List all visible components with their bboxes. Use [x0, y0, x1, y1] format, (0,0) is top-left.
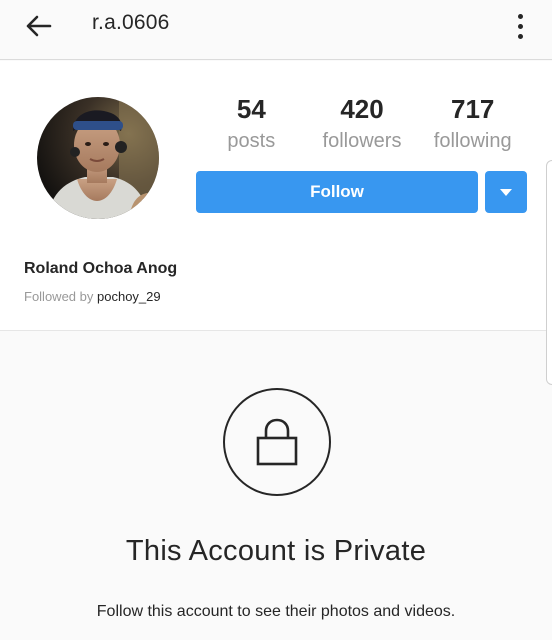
- profile-username: r.a.0606: [92, 11, 170, 34]
- lock-badge: [223, 388, 331, 496]
- followed-by-user-link[interactable]: pochoy_29: [97, 289, 161, 304]
- stat-value: 54: [236, 94, 266, 124]
- lock-icon: [256, 418, 298, 466]
- arrow-left-icon: [26, 15, 52, 37]
- more-options-button[interactable]: [508, 8, 532, 44]
- stat-posts[interactable]: 54 posts: [196, 93, 307, 155]
- stat-label: following: [433, 130, 512, 152]
- caret-down-icon: [500, 188, 512, 196]
- private-title: This Account is Private: [125, 535, 427, 567]
- follow-button[interactable]: Follow: [196, 171, 478, 213]
- private-subtitle: Follow this account to see their photos …: [96, 603, 456, 620]
- followed-by-prefix: Followed by: [24, 289, 94, 304]
- avatar-photo: [37, 97, 159, 219]
- display-name: Roland Ochoa Anog: [24, 260, 178, 277]
- profile-header: 54 posts 420 followers 717 following Fol…: [0, 61, 552, 331]
- stat-following[interactable]: 717 following: [417, 93, 528, 155]
- profile-stats: 54 posts 420 followers 717 following: [196, 93, 528, 155]
- stat-label: followers: [322, 130, 402, 152]
- avatar[interactable]: [37, 97, 159, 219]
- stat-followers[interactable]: 420 followers: [307, 93, 418, 155]
- followed-by: Followed by pochoy_29: [24, 289, 161, 304]
- stat-value: 420: [340, 94, 384, 124]
- stat-label: posts: [227, 130, 276, 152]
- top-bar: r.a.0606: [0, 0, 552, 60]
- stat-value: 717: [450, 94, 495, 124]
- suggested-accounts-dropdown-button[interactable]: [485, 171, 527, 213]
- edge-panel-handle[interactable]: [546, 160, 552, 385]
- more-vertical-icon: [517, 13, 523, 19]
- back-button[interactable]: [18, 8, 58, 44]
- private-account-notice: This Account is Private Follow this acco…: [0, 331, 552, 640]
